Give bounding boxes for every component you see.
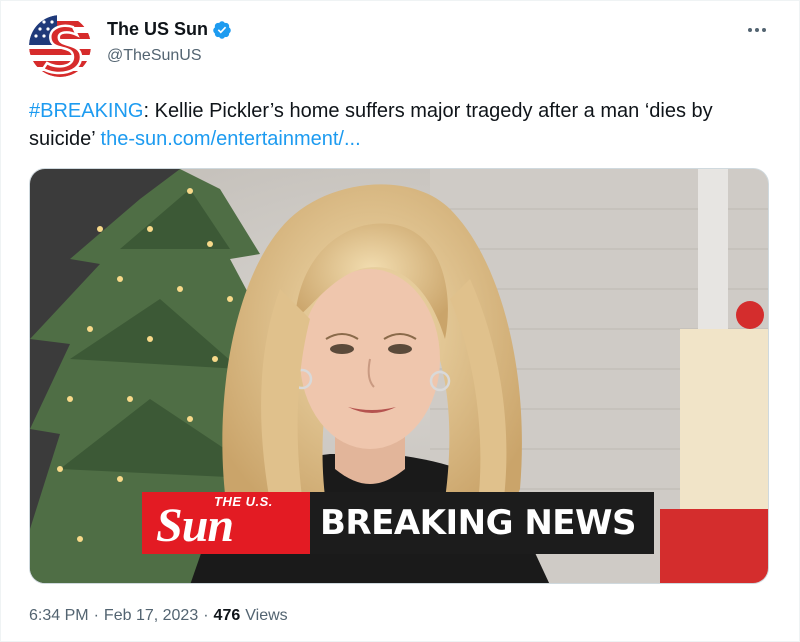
tweet-time[interactable]: 6:34 PM bbox=[29, 607, 89, 625]
tweet-card[interactable]: The US Sun @TheSunUS #BREAKING: Kellie P… bbox=[0, 0, 800, 642]
meta-separator: · bbox=[93, 607, 99, 624]
tweet-meta: 6:34 PM · Feb 17, 2023 · 476 Views bbox=[29, 607, 288, 625]
tweet-date[interactable]: Feb 17, 2023 bbox=[104, 607, 198, 625]
views-count[interactable]: 476 bbox=[214, 607, 241, 625]
views-label[interactable]: Views bbox=[245, 607, 287, 625]
meta-separator-2: · bbox=[203, 607, 209, 624]
us-sun-logo-icon bbox=[29, 15, 91, 77]
author-handle[interactable]: @TheSunUS bbox=[107, 47, 202, 65]
tweet-text: #BREAKING: Kellie Pickler’s home suffers… bbox=[29, 97, 769, 153]
us-sun-banner-logo: THE U.S. Sun bbox=[142, 492, 310, 554]
author-name-row[interactable]: The US Sun bbox=[107, 19, 232, 40]
author-display-name[interactable]: The US Sun bbox=[107, 19, 208, 40]
avatar[interactable] bbox=[29, 15, 91, 77]
hashtag-link[interactable]: #BREAKING bbox=[29, 100, 143, 122]
more-options-button[interactable] bbox=[739, 15, 775, 45]
banner-logo-big: Sun bbox=[156, 499, 234, 552]
verified-badge-icon bbox=[213, 20, 231, 39]
media-image[interactable]: THE U.S. Sun BREAKING NEWS bbox=[29, 168, 769, 584]
breaking-news-banner: THE U.S. Sun BREAKING NEWS bbox=[142, 492, 654, 554]
article-link[interactable]: the-sun.com/entertainment/... bbox=[101, 128, 361, 150]
banner-text: BREAKING NEWS bbox=[310, 492, 654, 554]
more-options-icon bbox=[748, 28, 752, 32]
